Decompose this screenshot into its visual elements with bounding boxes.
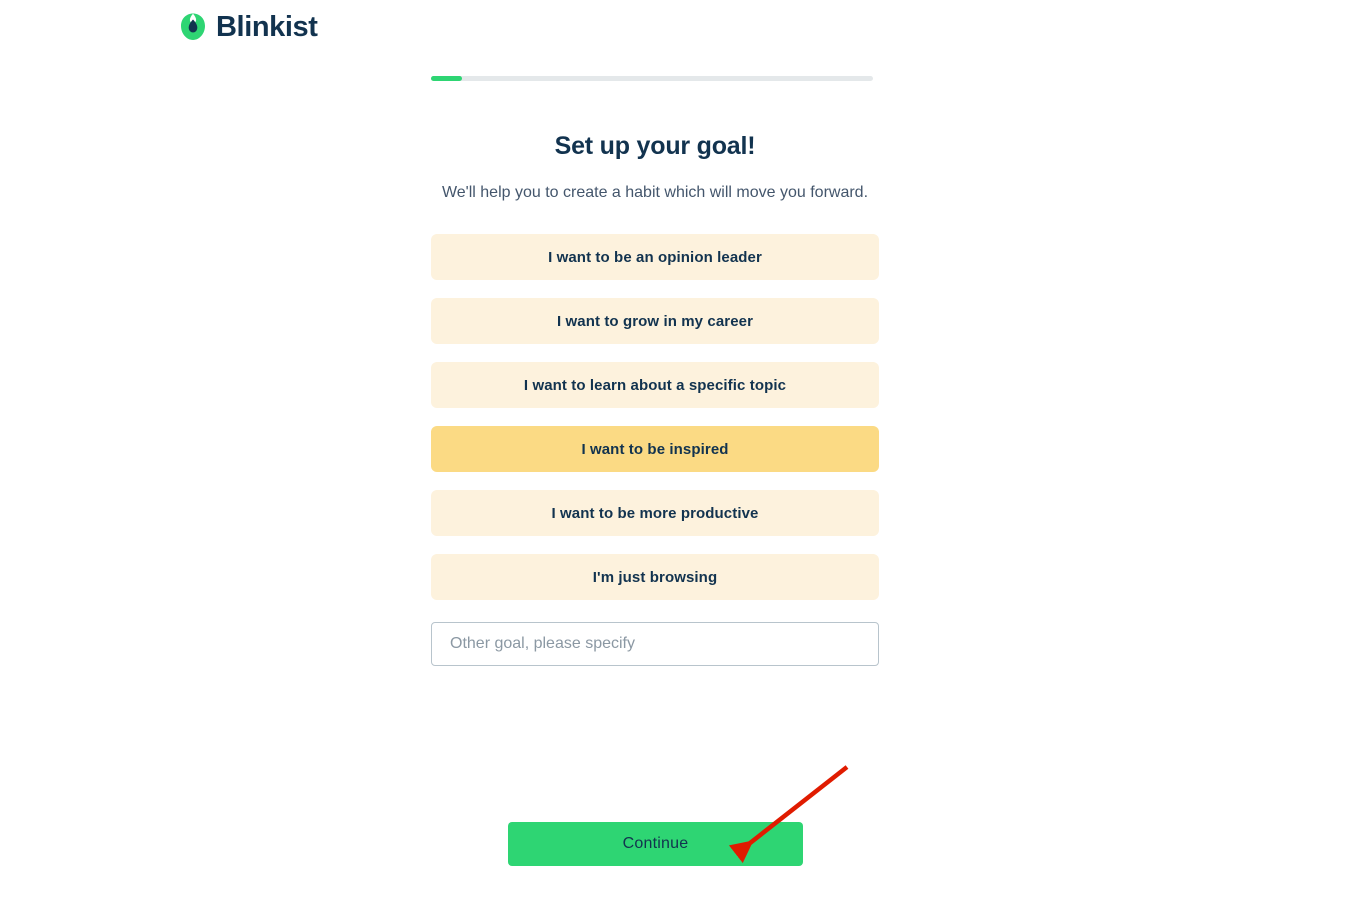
other-goal-input[interactable] — [431, 622, 879, 666]
brand-header: Blinkist — [178, 12, 318, 42]
page-title: Set up your goal! — [554, 132, 756, 160]
goal-option[interactable]: I want to be more productive — [431, 490, 879, 536]
goal-option[interactable]: I want to learn about a specific topic — [431, 362, 879, 408]
continue-button[interactable]: Continue — [508, 822, 803, 866]
goal-option[interactable]: I'm just browsing — [431, 554, 879, 600]
brand-name: Blinkist — [216, 10, 318, 43]
onboarding-content: Set up your goal! We'll help you to crea… — [431, 0, 879, 666]
goal-option[interactable]: I want to grow in my career — [431, 298, 879, 344]
blinkist-droplet-icon — [178, 12, 208, 42]
goal-option[interactable]: I want to be inspired — [431, 426, 879, 472]
page-subtitle: We'll help you to create a habit which w… — [441, 184, 869, 201]
goal-options-list: I want to be an opinion leader I want to … — [431, 234, 879, 600]
goal-option[interactable]: I want to be an opinion leader — [431, 234, 879, 280]
